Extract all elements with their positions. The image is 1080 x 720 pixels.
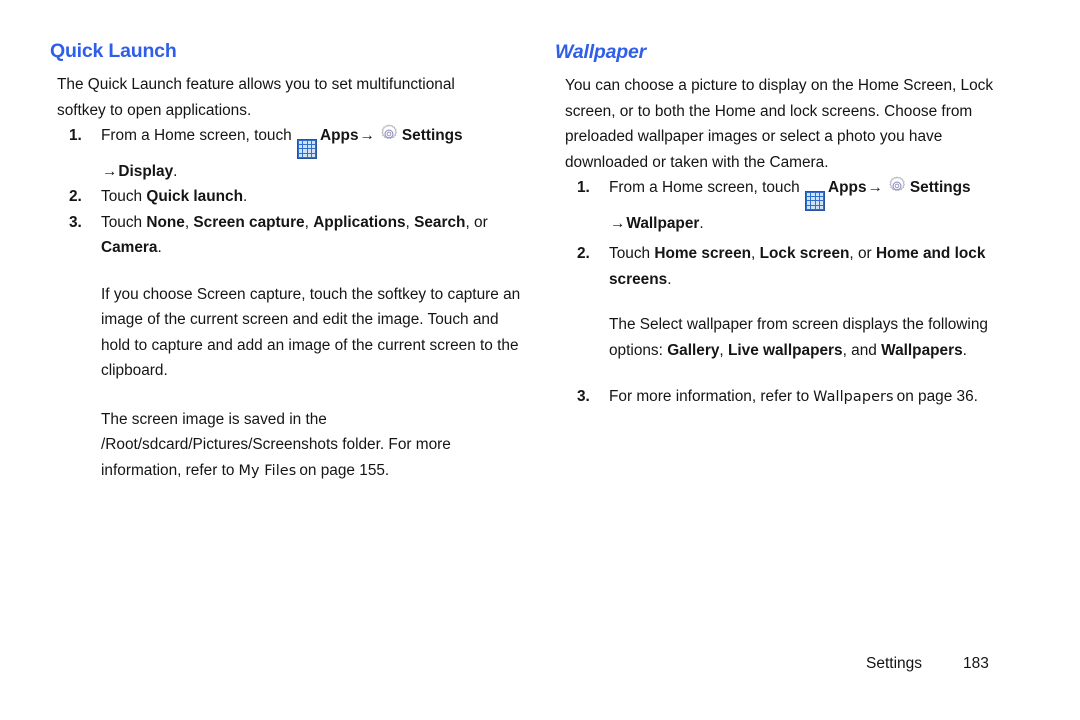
screen-capture-paragraph: If you choose Screen capture, touch the …: [101, 285, 521, 380]
cross-reference-my-files[interactable]: My Files: [234, 463, 299, 479]
wallpaper-label: Wallpaper: [626, 214, 700, 232]
step-period: .: [699, 214, 704, 232]
sep: ,: [719, 341, 728, 359]
cross-reference-wallpapers[interactable]: Wallpapers: [809, 389, 896, 405]
option-gallery: Gallery: [667, 341, 720, 359]
quick-launch-option: Quick launch: [146, 188, 244, 206]
step-text: From a Home screen, touch Apps→ Settings…: [101, 123, 525, 184]
option-wallpapers: Wallpapers: [881, 341, 963, 359]
step-pre-text: From a Home screen, touch: [609, 179, 805, 196]
step-number: 3.: [577, 388, 590, 406]
step-number: 1.: [69, 127, 82, 144]
option-none: None: [146, 213, 185, 231]
display-label: Display: [118, 162, 174, 180]
option-camera: Camera: [101, 239, 158, 257]
arrow-icon-2: →: [102, 162, 118, 180]
step-text: Touch Quick launch.: [101, 184, 525, 210]
step-pre-text: From a Home screen, touch: [101, 127, 297, 144]
sep: ,: [751, 245, 760, 263]
list-item-step-1: 1. From a Home screen, touch Apps→ Setti…: [57, 123, 525, 184]
page-title-wallpaper: Wallpaper: [555, 41, 647, 63]
apps-grid-icon: [805, 190, 826, 211]
sep: , and: [842, 341, 882, 359]
step-text: For more information, refer to Wallpapers…: [609, 384, 1033, 411]
list-item-step-2: 2. Touch Home screen, Lock screen, or Ho…: [565, 241, 1033, 292]
step-text: Touch None, Screen capture, Applications…: [101, 210, 525, 261]
apps-label: Apps: [320, 127, 359, 144]
arrow-icon-2: →: [610, 214, 626, 232]
wallpaper-steps: 1. From a Home screen, touch Apps→ Setti…: [565, 175, 1033, 411]
footer-page-number: 183: [963, 655, 989, 672]
apps-grid-icon: [297, 138, 318, 159]
list-item-step-3: 3. For more information, refer to Wallpap…: [565, 384, 1033, 411]
list-item-step-2: 2. Touch Quick launch.: [57, 184, 525, 210]
settings-label: Settings: [401, 127, 463, 144]
select-wallpaper-note: The Select wallpaper from screen display…: [565, 312, 1033, 363]
footer-section-label: Settings: [866, 655, 923, 672]
settings-gear-icon: [889, 176, 905, 192]
arrow-icon: →: [867, 179, 883, 196]
step-text-before: For more information, refer to: [609, 388, 810, 406]
option-search: Search: [414, 213, 466, 231]
paragraph-text-after: on page 155.: [299, 461, 390, 479]
step-text-after: on page 36.: [896, 388, 978, 406]
option-lock-screen: Lock screen: [759, 245, 850, 263]
step-text-after: .: [243, 188, 248, 206]
intro-paragraph: You can choose a picture to display on t…: [565, 77, 994, 171]
quick-launch-intro: The Quick Launch feature allows you to s…: [57, 72, 487, 123]
option-home-screen: Home screen: [654, 245, 752, 263]
settings-label: Settings: [909, 179, 971, 196]
option-live-wallpapers: Live wallpapers: [727, 341, 843, 359]
step-period: .: [157, 239, 162, 257]
intro-paragraph: The Quick Launch feature allows you to s…: [57, 76, 455, 119]
saved-image-paragraph: The screen image is saved in the /Root/s…: [57, 407, 525, 485]
settings-gear-icon: [381, 124, 397, 140]
note-period: .: [962, 341, 967, 359]
arrow-icon: →: [359, 127, 375, 144]
step-text-before: Touch: [609, 245, 655, 263]
list-item-step-3: 3. Touch None, Screen capture, Applicati…: [57, 210, 525, 261]
step-text: From a Home screen, touch Apps→ Settings…: [609, 175, 1033, 236]
manual-page: Quick Launch The Quick Launch feature al…: [0, 0, 1080, 720]
step-text-before: Touch: [101, 213, 147, 231]
list-item-step-1: 1. From a Home screen, touch Apps→ Setti…: [565, 175, 1033, 236]
sep: , or: [849, 245, 876, 263]
apps-label: Apps: [828, 179, 867, 196]
page-title-quick-launch: Quick Launch: [50, 40, 177, 62]
step-period: .: [667, 270, 672, 288]
sep: ,: [405, 213, 415, 231]
step-text-before: Touch: [101, 188, 147, 206]
step-period: .: [173, 162, 178, 180]
wallpaper-intro: You can choose a picture to display on t…: [565, 73, 1017, 175]
sep: , or: [465, 213, 488, 231]
step-number: 2.: [577, 245, 590, 263]
option-screen-capture: Screen capture: [193, 213, 305, 231]
step-number: 2.: [69, 188, 82, 206]
step-number: 3.: [69, 213, 82, 231]
sep: ,: [304, 213, 314, 231]
step-number: 1.: [577, 179, 590, 196]
option-applications: Applications: [313, 213, 406, 231]
step-text: Touch Home screen, Lock screen, or Home …: [609, 241, 1033, 292]
quick-launch-steps: 1. From a Home screen, touch Apps→ Setti…: [57, 123, 525, 484]
